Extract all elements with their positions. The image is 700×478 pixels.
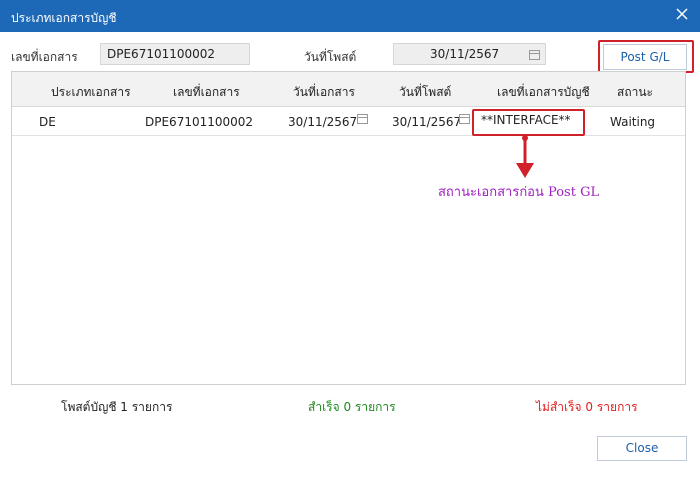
calendar-icon[interactable]: [529, 50, 540, 60]
doc-no-field[interactable]: DPE67101100002: [100, 43, 250, 65]
col-header-gl-doc-no[interactable]: เลขที่เอกสารบัญชี: [497, 83, 590, 102]
doc-no-label: เลขที่เอกสาร: [11, 50, 78, 64]
col-header-post-date[interactable]: วันที่โพสต์: [399, 83, 451, 102]
success-count: สำเร็จ 0 รายการ: [308, 400, 396, 414]
failed-count: ไม่สำเร็จ 0 รายการ: [536, 400, 638, 414]
post-gl-highlight: [598, 40, 694, 73]
gl-doc-no-highlight: [472, 109, 585, 136]
cell-post-date: 30/11/2567: [392, 115, 462, 129]
close-icon[interactable]: [674, 6, 690, 22]
cell-doc-no: DPE67101100002: [145, 115, 254, 129]
status-annotation: สถานะเอกสารก่อน Post GL: [438, 185, 600, 200]
dialog-titlebar: ประเภทเอกสารบัญชี: [0, 0, 700, 32]
calendar-icon: [459, 114, 470, 124]
posted-count: โพสต์บัญชี 1 รายการ: [61, 400, 173, 414]
cell-doc-type: DE: [39, 115, 56, 129]
post-date-label: วันที่โพสต์: [304, 50, 357, 64]
col-header-doc-type[interactable]: ประเภทเอกสาร: [51, 83, 131, 102]
cell-status: Waiting: [610, 115, 656, 129]
post-date-value: 30/11/2567: [430, 47, 500, 61]
annotation-arrow-icon: [516, 135, 534, 178]
grid-header: ประเภทเอกสาร เลขที่เอกสาร วันที่เอกสาร ว…: [12, 72, 685, 107]
dialog-title: ประเภทเอกสารบัญชี: [11, 11, 117, 25]
col-header-doc-no[interactable]: เลขที่เอกสาร: [173, 83, 240, 102]
doc-no-value: DPE67101100002: [107, 47, 216, 61]
close-button[interactable]: Close: [597, 436, 687, 461]
cell-doc-date: 30/11/2567: [288, 115, 358, 129]
col-header-status[interactable]: สถานะ: [617, 83, 653, 102]
post-date-field[interactable]: 30/11/2567: [393, 43, 546, 65]
col-header-doc-date[interactable]: วันที่เอกสาร: [293, 83, 355, 102]
calendar-icon: [357, 114, 368, 124]
